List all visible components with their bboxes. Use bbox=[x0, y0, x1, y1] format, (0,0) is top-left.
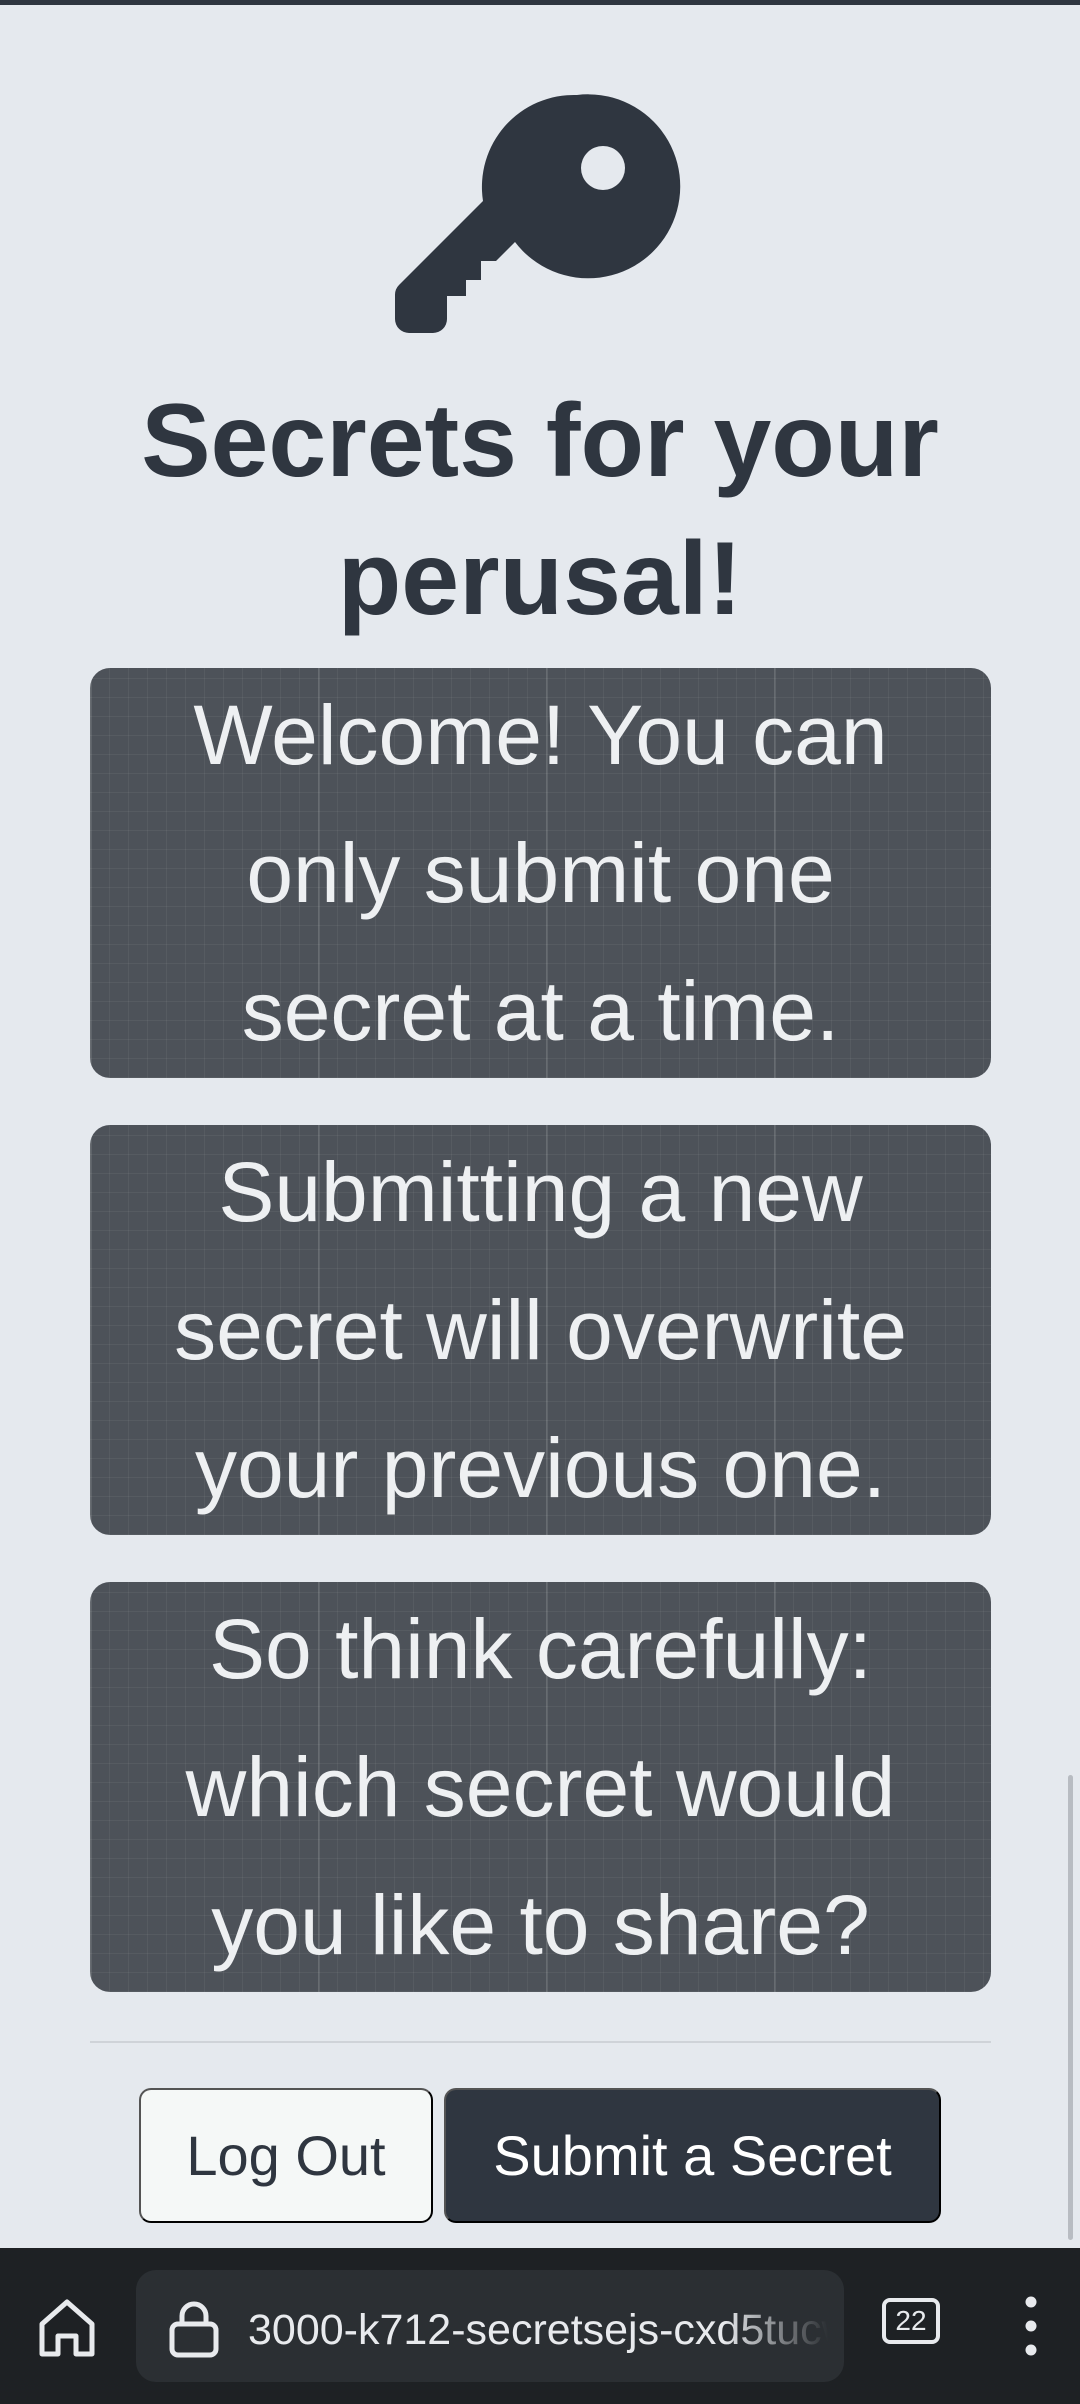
info-card-think: So think carefully: which secret would y… bbox=[90, 1582, 991, 1992]
card-text: So think carefully: which secret would y… bbox=[185, 1602, 896, 1972]
card-text: Submitting a new secret will overwrite y… bbox=[174, 1145, 907, 1515]
logout-button[interactable]: Log Out bbox=[139, 2088, 433, 2223]
more-vert-icon[interactable] bbox=[1015, 2290, 1047, 2362]
url-text: 3000-k712-secretsejs-cxd5tucw bbox=[248, 2306, 828, 2354]
url-bar[interactable]: 3000-k712-secretsejs-cxd5tucw bbox=[136, 2270, 844, 2382]
divider bbox=[90, 2041, 991, 2043]
tab-switcher-button[interactable]: 22 bbox=[882, 2298, 940, 2344]
home-icon[interactable] bbox=[32, 2292, 102, 2362]
page-content: Secrets for your perusal! Welcome! You c… bbox=[0, 0, 1080, 2248]
card-text: Welcome! You can only submit one secret … bbox=[193, 688, 888, 1058]
lock-icon bbox=[169, 2301, 219, 2358]
info-card-welcome: Welcome! You can only submit one secret … bbox=[90, 668, 991, 1078]
info-card-overwrite: Submitting a new secret will overwrite y… bbox=[90, 1125, 991, 1535]
scrollbar[interactable] bbox=[1068, 1775, 1073, 2240]
key-icon bbox=[395, 94, 681, 333]
page-title: Secrets for your perusal! bbox=[141, 383, 939, 637]
submit-secret-button[interactable]: Submit a Secret bbox=[444, 2088, 941, 2223]
